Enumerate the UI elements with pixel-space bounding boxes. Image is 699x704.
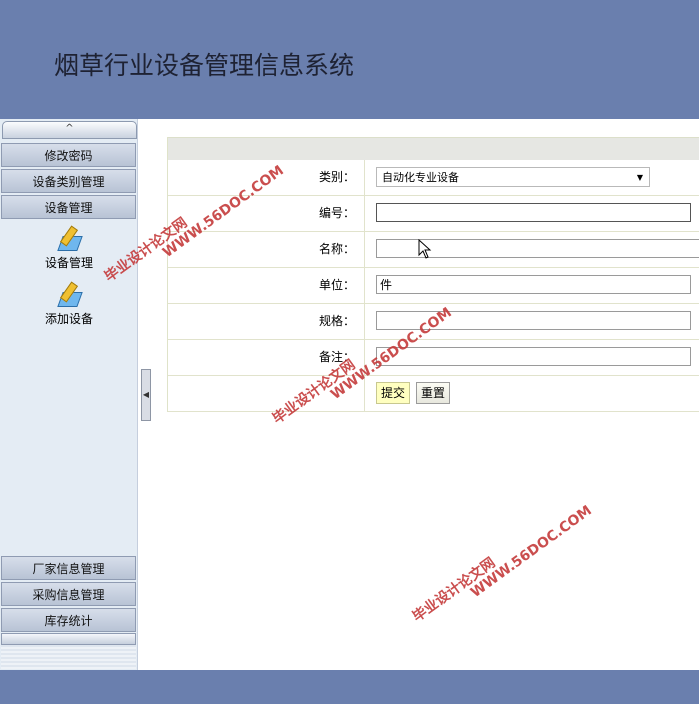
unit-label: 单位：	[168, 268, 365, 303]
submenu-label: 添加设备	[44, 312, 93, 326]
sidebar-item-inventory-statistics[interactable]: 库存统计	[1, 608, 136, 632]
header: 烟草行业设备管理信息系统	[0, 0, 699, 119]
form-row-note: 备注：	[168, 340, 699, 376]
form-row-actions: 提交 重置	[168, 376, 699, 412]
mouse-cursor-icon	[418, 239, 432, 259]
submenu-equipment-management[interactable]: 设备管理	[24, 225, 114, 271]
sidebar-footer-stripes	[1, 645, 136, 669]
sidebar-bottom-bar	[1, 633, 136, 645]
chevron-down-icon: ▼	[636, 173, 643, 182]
sidebar-top-handle[interactable]: ^	[2, 121, 137, 139]
edit-icon	[56, 281, 83, 308]
collapse-sidebar-button[interactable]: ◀	[141, 369, 151, 421]
unit-input[interactable]	[376, 275, 691, 294]
sidebar-item-change-password[interactable]: 修改密码	[1, 143, 136, 167]
submit-button[interactable]: 提交	[376, 382, 411, 404]
form-header-bar	[168, 137, 699, 160]
collapse-arrow-icon: ◀	[142, 390, 150, 399]
app-title: 烟草行业设备管理信息系统	[54, 51, 355, 80]
footer	[0, 670, 699, 704]
sidebar-item-category-management[interactable]: 设备类别管理	[1, 169, 136, 193]
submenu-add-equipment[interactable]: 添加设备	[24, 281, 114, 327]
sidebar-item-equipment-management[interactable]: 设备管理	[1, 195, 136, 219]
sidebar-item-vendor-management[interactable]: 厂家信息管理	[1, 556, 136, 580]
note-input[interactable]	[376, 347, 691, 366]
code-input[interactable]	[376, 203, 691, 222]
category-select-value: 自动化专业设备	[382, 171, 459, 184]
form-row-name: 名称：	[168, 232, 699, 268]
category-select[interactable]: 自动化专业设备 ▼	[376, 167, 650, 187]
equipment-form: 类别： 自动化专业设备 ▼ 编号： 名称： 单位： 规格： 备注： 提交重置	[167, 137, 699, 412]
sidebar-item-purchase-management[interactable]: 采购信息管理	[1, 582, 136, 606]
spec-label: 规格：	[168, 304, 365, 339]
sidebar: ^ 修改密码 设备类别管理 设备管理 设备管理 添加设备 厂家信息管理 采购信息…	[0, 119, 138, 670]
reset-button[interactable]: 重置	[416, 382, 451, 404]
form-row-unit: 单位：	[168, 268, 699, 304]
edit-icon	[56, 225, 83, 252]
